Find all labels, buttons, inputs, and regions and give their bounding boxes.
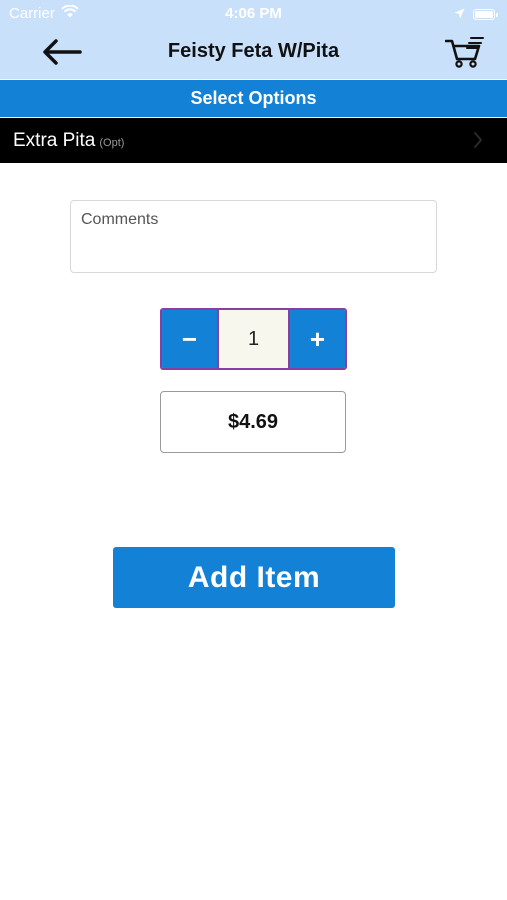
header: Carrier 4:06 PM Feisty Feta W/Pita (0, 0, 507, 79)
battery-level (475, 11, 493, 18)
arrow-left-icon (42, 38, 82, 70)
status-indicators (454, 6, 498, 23)
increment-button[interactable]: + (290, 310, 345, 368)
status-bar: Carrier 4:06 PM (0, 0, 507, 28)
quantity-stepper: − 1 + (160, 308, 347, 370)
location-arrow-icon (454, 6, 465, 23)
status-time: 4:06 PM (225, 5, 282, 22)
select-options-header: Select Options (0, 80, 507, 117)
comments-field[interactable] (70, 200, 437, 273)
chevron-right-icon (473, 132, 483, 153)
back-button[interactable] (38, 34, 86, 74)
shopping-cart-icon (444, 35, 485, 74)
option-optional-tag: (Opt) (99, 136, 125, 149)
decrement-button[interactable]: − (162, 310, 217, 368)
battery-icon (473, 9, 498, 20)
item-options-screen: Carrier 4:06 PM Feisty Feta W/Pita Selec… (0, 0, 507, 900)
quantity-value[interactable]: 1 (217, 310, 290, 368)
cart-button[interactable] (443, 34, 487, 74)
nav-bar: Feisty Feta W/Pita (0, 28, 507, 79)
add-item-button[interactable]: Add Item (113, 547, 395, 608)
page-title: Feisty Feta W/Pita (167, 40, 340, 62)
option-row-extra-pita[interactable]: Extra Pita (Opt) (0, 118, 507, 163)
option-label: Extra Pita (13, 129, 96, 151)
price-display: $4.69 (160, 391, 346, 453)
